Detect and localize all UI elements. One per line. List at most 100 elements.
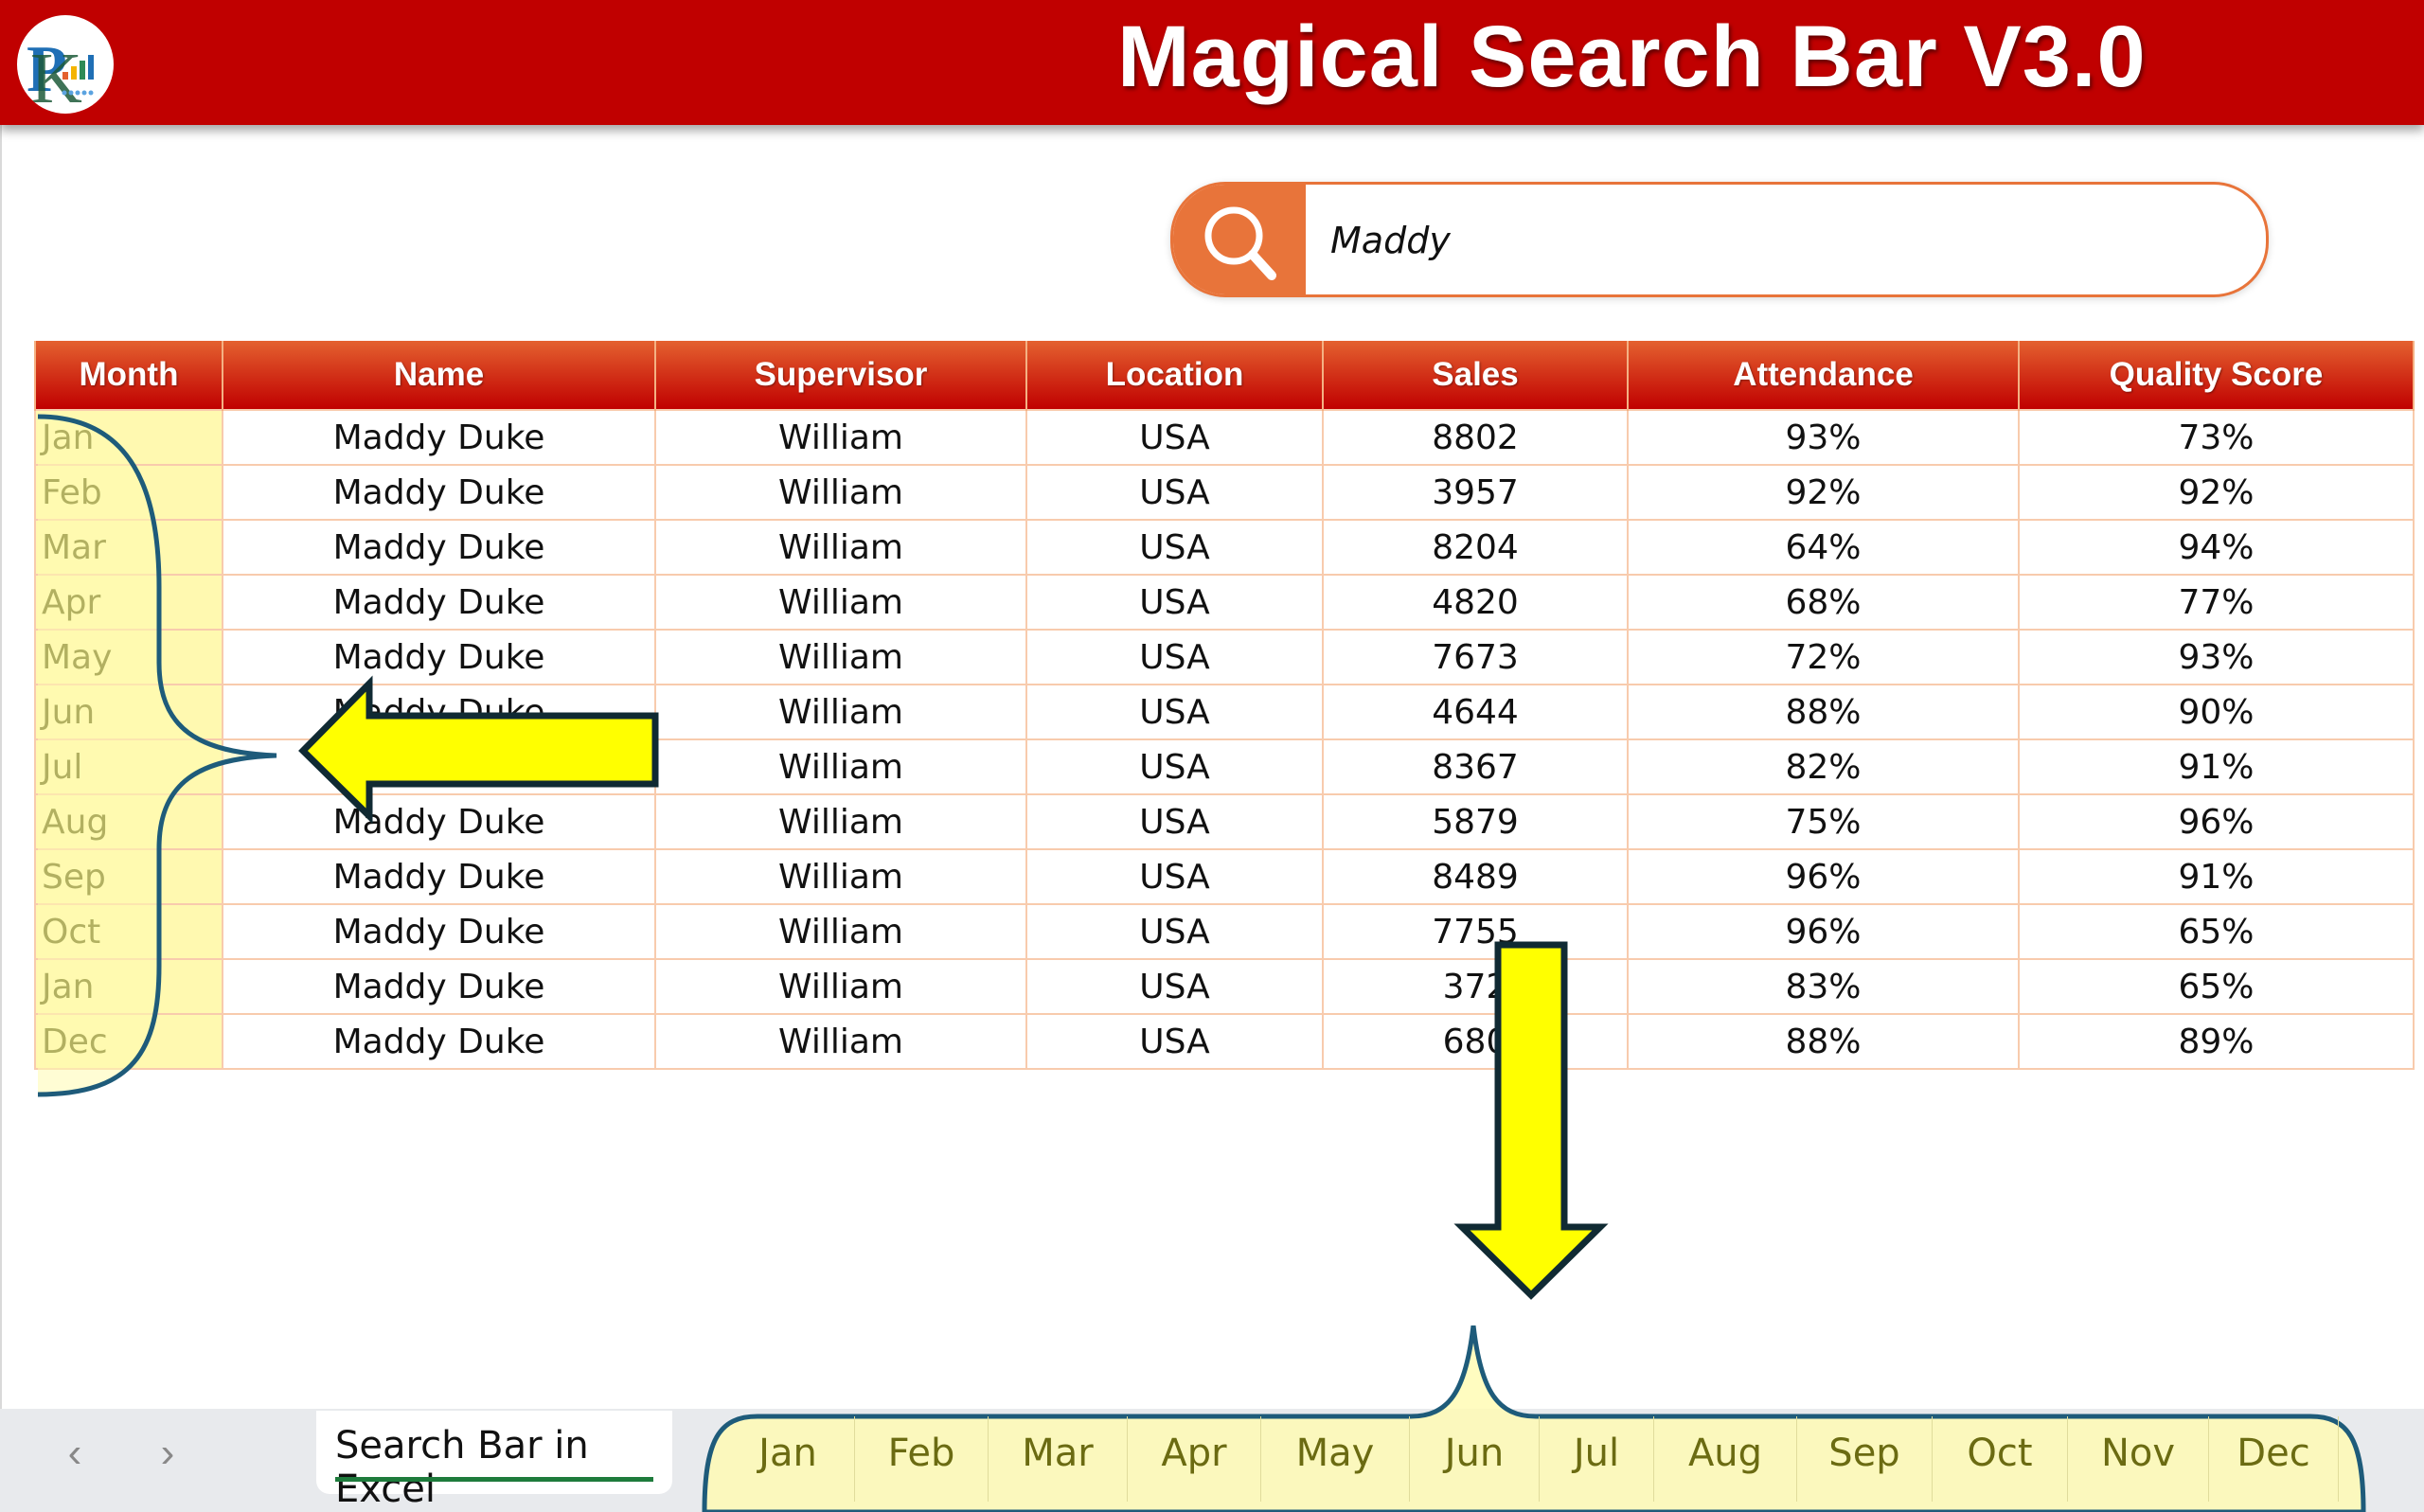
cell-month[interactable]: Oct bbox=[34, 903, 223, 960]
sheet-tab-jul[interactable]: Jul bbox=[1540, 1416, 1654, 1502]
chevron-left-icon[interactable]: ‹ bbox=[51, 1430, 98, 1477]
cell-quality-score[interactable]: 89% bbox=[2018, 1013, 2415, 1070]
cell-attendance[interactable]: 64% bbox=[1627, 519, 2020, 576]
sheet-tab-may[interactable]: May bbox=[1261, 1416, 1410, 1502]
cell-month[interactable]: Aug bbox=[34, 793, 223, 850]
cell-location[interactable]: USA bbox=[1025, 519, 1324, 576]
column-header-name[interactable]: Name bbox=[222, 341, 656, 410]
cell-supervisor[interactable]: William bbox=[654, 958, 1027, 1015]
cell-location[interactable]: USA bbox=[1025, 793, 1324, 850]
cell-month[interactable]: Apr bbox=[34, 574, 223, 631]
sheet-tab-aug[interactable]: Aug bbox=[1654, 1416, 1797, 1502]
cell-supervisor[interactable]: William bbox=[654, 738, 1027, 795]
cell-supervisor[interactable]: William bbox=[654, 1013, 1027, 1070]
cell-month[interactable]: Jan bbox=[34, 958, 223, 1015]
cell-location[interactable]: USA bbox=[1025, 409, 1324, 466]
cell-sales[interactable]: 7673 bbox=[1322, 629, 1629, 685]
cell-sales[interactable]: 3957 bbox=[1322, 464, 1629, 521]
cell-name[interactable]: Maddy Duke bbox=[222, 519, 656, 576]
cell-sales[interactable]: 372 bbox=[1322, 958, 1629, 1015]
cell-month[interactable]: Jul bbox=[34, 738, 223, 795]
cell-month[interactable]: Jun bbox=[34, 684, 223, 740]
cell-name[interactable]: Maddy Duke bbox=[222, 464, 656, 521]
search-input[interactable] bbox=[1315, 185, 2260, 294]
cell-quality-score[interactable]: 96% bbox=[2018, 793, 2415, 850]
cell-sales[interactable]: 8802 bbox=[1322, 409, 1629, 466]
cell-sales[interactable]: 8489 bbox=[1322, 848, 1629, 905]
cell-name[interactable]: Maddy Duke bbox=[222, 1013, 656, 1070]
sheet-tab-apr[interactable]: Apr bbox=[1128, 1416, 1261, 1502]
cell-location[interactable]: USA bbox=[1025, 738, 1324, 795]
cell-location[interactable]: USA bbox=[1025, 684, 1324, 740]
cell-month[interactable]: Sep bbox=[34, 848, 223, 905]
cell-sales[interactable]: 7755 bbox=[1322, 903, 1629, 960]
sheet-tab-mar[interactable]: Mar bbox=[989, 1416, 1128, 1502]
cell-name[interactable]: Maddy Duke bbox=[222, 629, 656, 685]
cell-quality-score[interactable]: 92% bbox=[2018, 464, 2415, 521]
cell-attendance[interactable]: 82% bbox=[1627, 738, 2020, 795]
cell-attendance[interactable]: 88% bbox=[1627, 684, 2020, 740]
column-header-month[interactable]: Month bbox=[34, 341, 223, 410]
cell-quality-score[interactable]: 90% bbox=[2018, 684, 2415, 740]
cell-quality-score[interactable]: 73% bbox=[2018, 409, 2415, 466]
cell-name[interactable]: Maddy Duke bbox=[222, 903, 656, 960]
cell-location[interactable]: USA bbox=[1025, 958, 1324, 1015]
column-header-sales[interactable]: Sales bbox=[1322, 341, 1629, 410]
cell-supervisor[interactable]: William bbox=[654, 848, 1027, 905]
cell-name[interactable]: Maddy Duke bbox=[222, 848, 656, 905]
cell-location[interactable]: USA bbox=[1025, 464, 1324, 521]
cell-location[interactable]: USA bbox=[1025, 574, 1324, 631]
cell-name[interactable]: Maddy Duke bbox=[222, 409, 656, 466]
sheet-tab-jan[interactable]: Jan bbox=[722, 1416, 855, 1502]
cell-location[interactable]: USA bbox=[1025, 848, 1324, 905]
cell-quality-score[interactable]: 65% bbox=[2018, 958, 2415, 1015]
cell-supervisor[interactable]: William bbox=[654, 793, 1027, 850]
cell-sales[interactable]: 8367 bbox=[1322, 738, 1629, 795]
search-button[interactable] bbox=[1173, 185, 1306, 294]
cell-quality-score[interactable]: 91% bbox=[2018, 848, 2415, 905]
sheet-tab-nov[interactable]: Nov bbox=[2068, 1416, 2209, 1502]
cell-attendance[interactable]: 72% bbox=[1627, 629, 2020, 685]
cell-name[interactable]: Maddy Duke bbox=[222, 958, 656, 1015]
sheet-tab-dec[interactable]: Dec bbox=[2209, 1416, 2339, 1502]
cell-quality-score[interactable]: 77% bbox=[2018, 574, 2415, 631]
column-header-attendance[interactable]: Attendance bbox=[1627, 341, 2020, 410]
cell-sales[interactable]: 5879 bbox=[1322, 793, 1629, 850]
sheet-tab-feb[interactable]: Feb bbox=[855, 1416, 989, 1502]
cell-supervisor[interactable]: William bbox=[654, 464, 1027, 521]
cell-attendance[interactable]: 83% bbox=[1627, 958, 2020, 1015]
cell-sales[interactable]: 4644 bbox=[1322, 684, 1629, 740]
cell-location[interactable]: USA bbox=[1025, 629, 1324, 685]
chevron-right-icon[interactable]: › bbox=[144, 1430, 191, 1477]
cell-quality-score[interactable]: 91% bbox=[2018, 738, 2415, 795]
cell-quality-score[interactable]: 94% bbox=[2018, 519, 2415, 576]
cell-month[interactable]: Mar bbox=[34, 519, 223, 576]
cell-supervisor[interactable]: William bbox=[654, 629, 1027, 685]
cell-attendance[interactable]: 75% bbox=[1627, 793, 2020, 850]
sheet-tab-oct[interactable]: Oct bbox=[1933, 1416, 2068, 1502]
cell-quality-score[interactable]: 65% bbox=[2018, 903, 2415, 960]
cell-attendance[interactable]: 88% bbox=[1627, 1013, 2020, 1070]
cell-attendance[interactable]: 92% bbox=[1627, 464, 2020, 521]
sheet-tab-sep[interactable]: Sep bbox=[1797, 1416, 1933, 1502]
cell-month[interactable]: Jan bbox=[34, 409, 223, 466]
cell-sales[interactable]: 4820 bbox=[1322, 574, 1629, 631]
cell-attendance[interactable]: 68% bbox=[1627, 574, 2020, 631]
sheet-tab-search-bar[interactable]: Search Bar in Excel bbox=[316, 1411, 672, 1511]
cell-sales[interactable]: 680 bbox=[1322, 1013, 1629, 1070]
search-bar[interactable] bbox=[1170, 182, 2269, 297]
cell-name[interactable]: Maddy Duke bbox=[222, 738, 656, 795]
cell-name[interactable]: Maddy Duke bbox=[222, 574, 656, 631]
cell-month[interactable]: May bbox=[34, 629, 223, 685]
cell-supervisor[interactable]: William bbox=[654, 519, 1027, 576]
cell-location[interactable]: USA bbox=[1025, 1013, 1324, 1070]
cell-month[interactable]: Dec bbox=[34, 1013, 223, 1070]
column-header-supervisor[interactable]: Supervisor bbox=[654, 341, 1027, 410]
cell-attendance[interactable]: 93% bbox=[1627, 409, 2020, 466]
column-header-location[interactable]: Location bbox=[1025, 341, 1324, 410]
cell-sales[interactable]: 8204 bbox=[1322, 519, 1629, 576]
sheet-tab-jun[interactable]: Jun bbox=[1410, 1416, 1540, 1502]
cell-supervisor[interactable]: William bbox=[654, 574, 1027, 631]
cell-month[interactable]: Feb bbox=[34, 464, 223, 521]
cell-attendance[interactable]: 96% bbox=[1627, 903, 2020, 960]
